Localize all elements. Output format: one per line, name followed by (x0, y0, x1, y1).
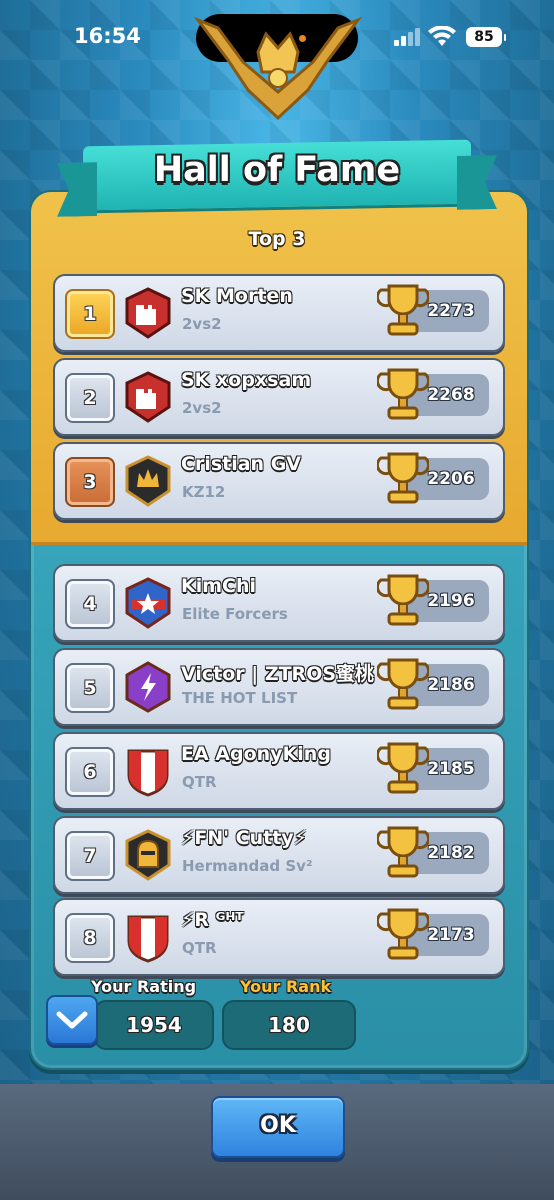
trophy-icon (377, 826, 429, 878)
clan-name: Elite Forcers (182, 605, 288, 623)
trophy-icon (377, 574, 429, 626)
collapse-button[interactable] (46, 995, 98, 1045)
player-name: ⚡R ᴳᴴᵀ (181, 909, 244, 931)
top-three-heading: Top 3 (248, 228, 306, 250)
crown-emblem-icon (193, 16, 363, 121)
leaderboard-row[interactable]: 8 ⚡R ᴳᴴᵀ QTR 2173 (53, 898, 505, 976)
player-name: KimChi (181, 575, 257, 597)
status-time: 16:54 (74, 24, 141, 48)
rank-number: 1 (65, 289, 115, 339)
leaderboard-row[interactable]: 5 Victor | ZTROS蜜桃 THE HOT LIST 2186 (53, 648, 505, 726)
purple-lightning-badge-icon (125, 661, 171, 713)
ok-button[interactable]: OK (211, 1096, 345, 1158)
blue-star-badge-icon (125, 577, 171, 629)
leaderboard-row[interactable]: 7 ⚡FN' Cutty⚡ Hermandad Sv² 2182 (53, 816, 505, 894)
rank-number: 4 (65, 579, 115, 629)
clan-name: 2vs2 (182, 399, 222, 417)
player-name: Cristian GV (181, 453, 301, 475)
your-rating-label: Your Rating (91, 977, 197, 996)
leaderboard-row[interactable]: 6 EA AgonyKing QTR 2185 (53, 732, 505, 810)
rank-number: 8 (65, 913, 115, 963)
trophy-icon (377, 658, 429, 710)
leaderboard-row[interactable]: 1 SK Morten 2vs2 2273 (53, 274, 505, 352)
red-castle-badge-icon (125, 287, 171, 339)
chevron-down-icon (56, 1011, 88, 1029)
clan-name: QTR (182, 939, 217, 957)
rank-number: 7 (65, 831, 115, 881)
trophy-icon (377, 908, 429, 960)
clan-name: THE HOT LIST (182, 689, 298, 707)
your-rating-value: 1954 (94, 1000, 214, 1050)
clan-name: QTR (182, 773, 217, 791)
knight-helmet-badge-icon (125, 829, 171, 881)
player-name: EA AgonyKing (181, 743, 331, 765)
player-name: ⚡FN' Cutty⚡ (181, 827, 308, 849)
red-white-shield-badge-icon (127, 915, 169, 963)
your-rank-label: Your Rank (240, 977, 332, 996)
player-name: Victor | ZTROS蜜桃 (181, 663, 375, 685)
wifi-icon (428, 26, 456, 46)
player-name: SK xopxsam (181, 369, 312, 391)
leaderboard-row[interactable]: 3 Cristian GV KZ12 2206 (53, 442, 505, 520)
leaderboard-row[interactable]: 2 SK xopxsam 2vs2 2268 (53, 358, 505, 436)
your-rank-value: 180 (222, 1000, 356, 1050)
red-castle-badge-icon (125, 371, 171, 423)
clan-name: Hermandad Sv² (182, 857, 313, 875)
page-title: Hall of Fame (153, 150, 401, 190)
red-white-shield-badge-icon (127, 749, 169, 797)
clan-name: KZ12 (182, 483, 226, 501)
rank-number: 5 (65, 663, 115, 713)
clan-name: 2vs2 (182, 315, 222, 333)
trophy-icon (377, 368, 429, 420)
cellular-signal-icon (394, 28, 422, 46)
rank-number: 6 (65, 747, 115, 797)
leaderboard-row[interactable]: 4 KimChi Elite Forcers 2196 (53, 564, 505, 642)
trophy-icon (377, 284, 429, 336)
black-crown-badge-icon (125, 455, 171, 507)
trophy-icon (377, 452, 429, 504)
rank-number: 2 (65, 373, 115, 423)
player-name: SK Morten (181, 285, 293, 307)
battery-icon: 85 (466, 27, 506, 47)
trophy-icon (377, 742, 429, 794)
rank-number: 3 (65, 457, 115, 507)
